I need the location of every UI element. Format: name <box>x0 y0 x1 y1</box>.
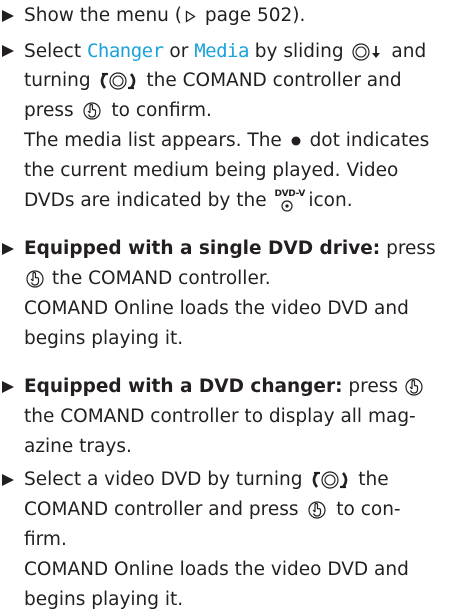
step-2-line-5: the current medium being played. Video <box>24 160 399 181</box>
current-medium-dot-icon <box>291 136 301 146</box>
press-controller-icon <box>307 500 327 520</box>
step-3-line-2: the COMAND controller. <box>0 264 464 294</box>
step-1-line-1: Show the menu ( page 502). <box>24 5 306 26</box>
step-2-line-3: press to confirm. <box>24 100 212 121</box>
step-3-line-1: Equipped with a single DVD drive: press <box>24 238 436 259</box>
instruction-step-1: Show the menu ( page 502). <box>0 1 464 31</box>
step-2-line-1: Select Changer or Media by sliding and <box>24 40 427 62</box>
press-controller-icon <box>404 377 424 397</box>
triangle-bullet-icon <box>2 474 14 486</box>
step-5-line-1: Select a video DVD by turning the <box>24 469 389 490</box>
instruction-step-5: Select a video DVD by turning the COMAND… <box>0 465 464 615</box>
step-2-line-2: turning the COMAND controller and <box>24 70 402 91</box>
triangle-bullet-icon <box>2 45 14 57</box>
triangle-bullet-icon <box>2 10 14 22</box>
menu-term-changer: Changer <box>86 40 164 62</box>
step-4-line-2: the COMAND controller to display all mag… <box>24 406 416 427</box>
step-2-line-6: DVDs are indicated by the DVD-V icon. <box>24 189 353 213</box>
triangle-bullet-icon <box>2 381 14 393</box>
triangle-bullet-icon <box>2 243 14 255</box>
menu-term-media: Media <box>194 40 249 62</box>
step-2-line-4: The media list appears. The dot indicate… <box>24 130 430 151</box>
slide-down-controller-icon <box>351 42 385 62</box>
step-5-line-4: COMAND Online loads the video DVD and <box>24 559 409 580</box>
step-4-line-1: Equipped with a DVD changer: press <box>0 372 464 402</box>
step-5-line-2: COMAND controller and press to con- <box>24 499 401 520</box>
instruction-step-3: Equipped with a single DVD drive: press … <box>0 234 464 354</box>
step-3-line-4: begins playing it. <box>24 328 184 349</box>
instruction-step-4: Equipped with a DVD changer: press the C… <box>0 372 464 462</box>
step-3-line-3: COMAND Online loads the video DVD and <box>24 298 409 319</box>
step-5-line-5: begins playing it. <box>24 589 184 610</box>
instruction-step-2: Select Changer or Media by sliding and t… <box>0 36 464 216</box>
step-4-line-3: azine trays. <box>24 436 132 457</box>
press-controller-icon <box>25 269 45 289</box>
dvd-video-icon: DVD-V <box>274 189 305 213</box>
press-controller-icon <box>82 101 102 121</box>
turn-controller-icon <box>98 71 138 91</box>
step-5-line-3: firm. <box>24 529 67 550</box>
page-reference-icon <box>185 9 196 23</box>
turn-controller-icon <box>310 470 350 490</box>
